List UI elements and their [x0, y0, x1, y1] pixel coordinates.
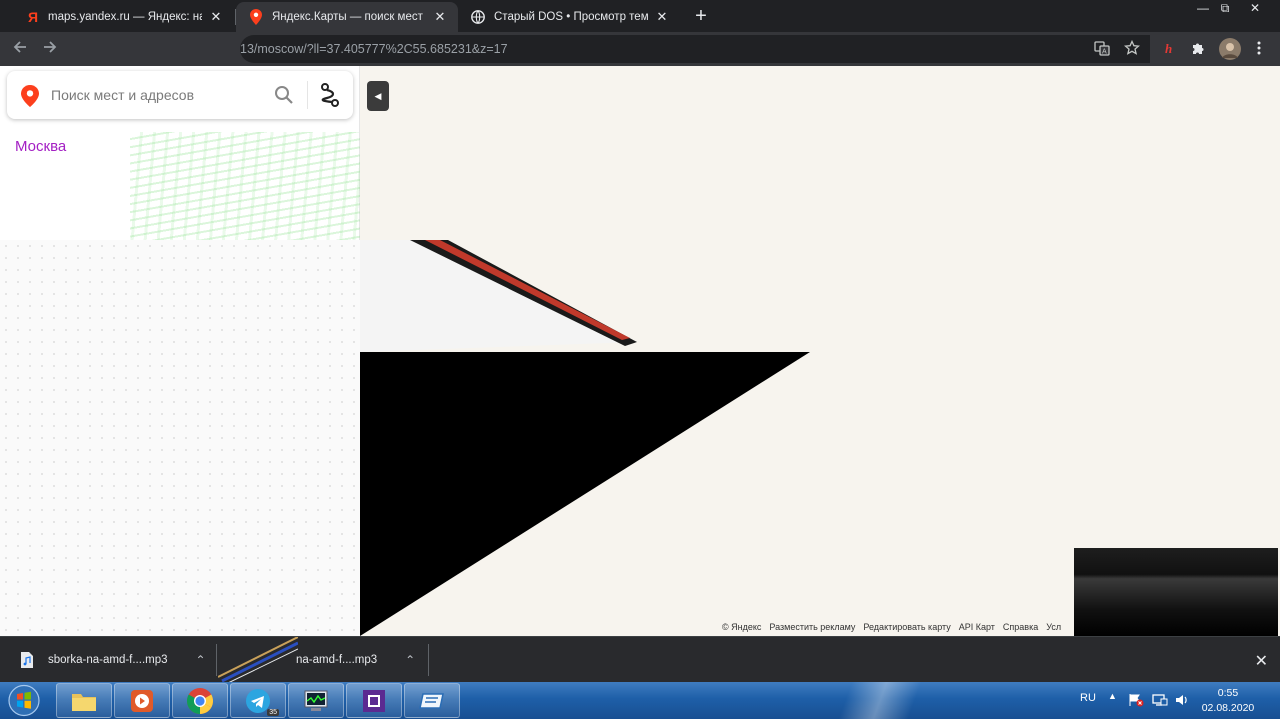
extension-h-icon[interactable]: h [1160, 40, 1178, 58]
city-link[interactable]: Москва [15, 138, 66, 155]
download-item[interactable]: sborka-na-amd-f....mp3 ⌃ [20, 637, 206, 683]
collapse-sidebar-button[interactable]: ◀ [367, 81, 389, 111]
new-tab-button[interactable]: + [690, 6, 712, 28]
download-divider [216, 644, 217, 676]
route-icon[interactable] [317, 82, 343, 108]
tab-close-icon[interactable]: ✕ [432, 9, 448, 25]
tab-yandex-maps[interactable]: Яндекс.Карты — поиск мест и а ✕ [236, 2, 458, 32]
search-icon[interactable] [273, 84, 295, 106]
glitch-dark-stripe [410, 240, 637, 346]
task-manager-taskbar-button[interactable] [288, 683, 344, 718]
globe-icon [470, 9, 486, 25]
tab-divider [235, 9, 236, 25]
kebab-menu-icon[interactable] [1250, 40, 1268, 58]
search-divider [307, 81, 308, 109]
terms-link[interactable]: Усл [1046, 622, 1061, 632]
glitch-black-triangle [360, 352, 810, 636]
tab-title: maps.yandex.ru — Яндекс: нашл [48, 11, 202, 23]
tab-title: Старый DOS • Просмотр темы - [494, 11, 648, 23]
edit-map-link[interactable]: Редактировать карту [863, 622, 950, 632]
tab-strip: Я maps.yandex.ru — Яндекс: нашл ✕ Яндекс… [0, 0, 1280, 32]
telegram-unread-badge: 35 [267, 709, 279, 716]
windows-orb-icon [8, 684, 40, 717]
search-input[interactable] [51, 83, 271, 107]
svg-text:Я: Я [28, 9, 38, 25]
chrome-icon [186, 687, 214, 714]
storage-taskbar-button[interactable] [404, 683, 460, 718]
translate-icon[interactable]: A [1093, 40, 1111, 58]
address-bar[interactable]: 13/moscow/?ll=37.405777%2C55.685231&z=17 [240, 35, 1150, 63]
maps-pin-icon [248, 9, 264, 25]
download-filename: na-amd-f....mp3 [296, 654, 378, 666]
clock-date: 02.08.2020 [1201, 702, 1255, 714]
chrome-taskbar-button[interactable] [172, 683, 228, 718]
download-divider [428, 644, 429, 676]
browser-toolbar: 13/moscow/?ll=37.405777%2C55.685231&z=17… [0, 32, 1280, 66]
downloads-shelf: sborka-na-amd-f....mp3 ⌃ na-amd-f....mp3… [0, 636, 1280, 683]
back-button[interactable] [10, 39, 30, 59]
bookmark-star-icon[interactable] [1123, 39, 1141, 58]
cpu-z-icon [363, 689, 385, 712]
tab-close-icon[interactable]: ✕ [654, 9, 670, 25]
task-manager-icon [304, 690, 328, 711]
windows-taskbar: 35 RU ▲ 0:55 02.08.2020 [0, 682, 1280, 719]
taskbar-glare [800, 682, 960, 719]
yandex-maps-pin-icon [21, 85, 39, 107]
svg-text:h: h [1165, 41, 1172, 56]
explorer-icon [72, 693, 96, 711]
map-sidebar: Москва [0, 66, 360, 636]
maps-api-link[interactable]: API Карт [959, 622, 995, 632]
tab-title: Яндекс.Карты — поиск мест и а [272, 11, 426, 23]
address-url[interactable]: 13/moscow/?ll=37.405777%2C55.685231&z=17 [240, 42, 508, 56]
extensions-puzzle-icon[interactable] [1189, 40, 1207, 58]
volume-icon[interactable] [1175, 693, 1189, 707]
yandex-logo-icon: Я [24, 9, 40, 25]
download-filename: sborka-na-amd-f....mp3 [48, 654, 168, 666]
media-player-taskbar-button[interactable] [114, 683, 170, 718]
back-arrow-icon [13, 41, 26, 53]
glitch-grey-wedge [360, 240, 637, 352]
storage-icon [419, 692, 444, 709]
dotted-artifact-area [0, 240, 360, 636]
download-item[interactable]: na-amd-f....mp3 ⌃ [296, 637, 415, 683]
tab-yandex-search[interactable]: Я maps.yandex.ru — Яндекс: нашл ✕ [12, 2, 234, 32]
help-link[interactable]: Справка [1003, 622, 1038, 632]
map-search-panel [7, 71, 353, 119]
avatar[interactable] [1219, 38, 1241, 60]
tab-old-dos[interactable]: Старый DOS • Просмотр темы - ✕ [458, 2, 680, 32]
forward-button[interactable] [40, 39, 60, 59]
telegram-taskbar-button[interactable]: 35 [230, 683, 286, 718]
audio-file-icon [21, 652, 33, 668]
svg-text:A: A [1102, 49, 1107, 56]
advertise-link[interactable]: Разместить рекламу [769, 622, 855, 632]
chevron-up-icon[interactable]: ⌃ [405, 653, 415, 667]
action-center-flag-icon[interactable] [1128, 693, 1144, 707]
render-artifact-black-box [1074, 548, 1278, 636]
tab-close-icon[interactable]: ✕ [208, 9, 224, 25]
network-icon[interactable] [1152, 693, 1168, 707]
render-artifact-noise [130, 132, 360, 240]
language-indicator[interactable]: RU [1080, 692, 1096, 704]
map-footer: © Яндекс Разместить рекламу Редактироват… [722, 622, 1061, 632]
copyright-yandex[interactable]: © Яндекс [722, 622, 761, 632]
glitch-red-stripe [425, 240, 630, 340]
explorer-taskbar-button[interactable] [56, 683, 112, 718]
tray-expand-icon[interactable]: ▲ [1108, 691, 1117, 701]
clock-time: 0:55 [1217, 687, 1239, 699]
close-window-button[interactable]: ✕ [1240, 0, 1270, 18]
start-button[interactable] [4, 683, 44, 718]
chevron-up-icon[interactable]: ⌃ [196, 653, 206, 667]
system-clock[interactable]: 0:55 02.08.2020 [1196, 686, 1260, 716]
screen: Я maps.yandex.ru — Яндекс: нашл ✕ Яндекс… [0, 0, 1280, 719]
forward-arrow-icon [44, 41, 57, 53]
close-downloads-icon[interactable]: ✕ [1255, 651, 1268, 671]
glitch-stripe-artifact [218, 637, 298, 683]
map-page: Москва ◀ © Яндекс Разместить рекламу Ред… [0, 66, 1280, 636]
cpu-z-taskbar-button[interactable] [346, 683, 402, 718]
media-player-icon [131, 689, 153, 712]
restore-button[interactable]: ⧉ [1210, 0, 1240, 18]
